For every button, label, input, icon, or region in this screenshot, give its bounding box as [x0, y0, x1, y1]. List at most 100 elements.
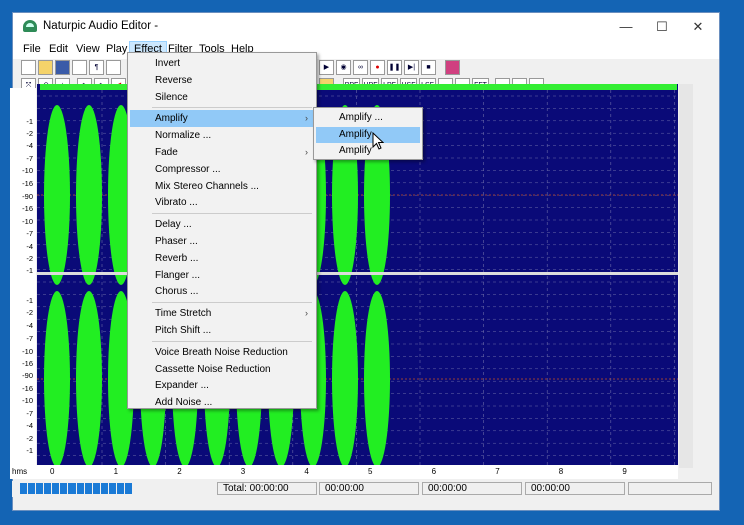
maximize-button[interactable]: ☐	[647, 17, 677, 37]
timeline-tick: 8	[558, 467, 564, 476]
effect-menu-item[interactable]: Add Noise ...	[130, 394, 314, 411]
close-button[interactable]: ✕	[683, 17, 713, 37]
copy-icon[interactable]	[106, 60, 121, 75]
ruler-label: -16	[22, 384, 33, 393]
properties-icon[interactable]	[72, 60, 87, 75]
timeline-tick: 0	[50, 467, 55, 476]
effect-menu-item[interactable]: Expander ...	[130, 377, 314, 394]
timeline-tick: 5	[368, 467, 373, 476]
vertical-scrollbar[interactable]	[679, 84, 693, 468]
timeline-tick: 7	[495, 467, 500, 476]
window-title: Naturpic Audio Editor -	[43, 20, 159, 32]
waveform-lobe	[364, 291, 390, 465]
ruler-label: -10	[22, 166, 33, 175]
amplify-submenu-item[interactable]: Amplify	[316, 126, 420, 143]
waveform-lobe	[44, 105, 70, 285]
status-field-4	[628, 482, 712, 495]
save-icon[interactable]	[55, 60, 70, 75]
amplify-submenu: Amplify ... Amplify Amplify	[313, 107, 423, 160]
ruler-label: -2	[26, 308, 33, 317]
ruler-label: -10	[22, 217, 33, 226]
ruler-label: -1	[26, 266, 33, 275]
effect-menu-item[interactable]: Mix Stereo Channels ...	[130, 178, 314, 195]
ruler-label: -16	[22, 204, 33, 213]
menu-separator	[152, 302, 312, 304]
ruler-label: -16	[22, 359, 33, 368]
book-icon[interactable]	[445, 60, 460, 75]
effect-menu-item[interactable]: Flanger ...	[130, 267, 314, 284]
open-folder-icon[interactable]	[38, 60, 53, 75]
effect-menu-item[interactable]: Voice Breath Noise Reduction	[130, 344, 314, 361]
effect-menu-item[interactable]: Time Stretch ›	[130, 305, 314, 322]
loop-icon[interactable]: ∞	[353, 60, 368, 75]
ruler-label: -1	[26, 446, 33, 455]
progress-bar	[20, 483, 133, 494]
menu-edit[interactable]: Edit	[45, 41, 72, 58]
main-toolbar: ¶ ▶ ◉ ∞ ● ❚❚ ▶| ■	[13, 59, 719, 77]
menu-separator	[152, 340, 312, 342]
paragraph-icon[interactable]: ¶	[89, 60, 104, 75]
ruler-label: -2	[26, 434, 33, 443]
status-total: Total: 00:00:00	[217, 482, 317, 495]
status-field-2: 00:00:00	[422, 482, 522, 495]
timeline-ruler: hms 0 1 2 3 4 5 6 7 8 9	[10, 465, 678, 479]
status-bar: Total: 00:00:00 00:00:00 00:00:00 00:00:…	[12, 481, 718, 497]
ruler-label: -90	[22, 192, 33, 201]
step-icon[interactable]: ▶|	[404, 60, 419, 75]
amplify-submenu-item[interactable]: Amplify ...	[316, 110, 420, 126]
effect-dropdown-menu: Invert Reverse Silence Amplify › Normalize ..…	[127, 52, 317, 409]
ruler-label: -2	[26, 254, 33, 263]
status-field-3: 00:00:00	[525, 482, 625, 495]
ruler-label: -1	[26, 117, 33, 126]
effect-menu-item[interactable]: Vibrato ...	[130, 194, 314, 211]
mouse-cursor-icon	[372, 132, 384, 150]
waveform-lobe	[332, 291, 358, 465]
pause-icon[interactable]: ❚❚	[387, 60, 402, 75]
ruler-label: -7	[26, 229, 33, 238]
effect-menu-item[interactable]: Fade ›	[130, 144, 314, 161]
menu-file[interactable]: File	[19, 41, 45, 58]
menu-bar: File Edit View Play Effect Filter Tools …	[13, 41, 719, 59]
chevron-right-icon: ›	[305, 308, 308, 319]
app-logo-icon	[23, 20, 37, 32]
effect-menu-item[interactable]: Silence	[130, 89, 314, 106]
ruler-label: -4	[26, 321, 33, 330]
effect-menu-item[interactable]: Amplify ›	[130, 110, 314, 128]
play-icon[interactable]: ▶	[319, 60, 334, 75]
timeline-tick: 4	[304, 467, 309, 476]
minimize-button[interactable]: —	[611, 17, 641, 37]
effect-menu-item[interactable]: Phaser ...	[130, 233, 314, 250]
effect-menu-item[interactable]: Reverb ...	[130, 250, 314, 267]
effect-menu-item[interactable]: Delay ...	[130, 216, 314, 233]
new-file-icon[interactable]	[21, 60, 36, 75]
menu-view[interactable]: View	[72, 41, 104, 58]
waveform-lobe	[44, 291, 70, 465]
effect-menu-item[interactable]: Reverse	[130, 72, 314, 89]
effect-menu-item[interactable]: Invert	[130, 55, 314, 72]
ruler-label: -7	[26, 334, 33, 343]
ruler-label: -2	[26, 129, 33, 138]
menu-separator	[152, 107, 312, 109]
amplify-submenu-item[interactable]: Amplify	[316, 143, 420, 159]
timeline-tick: 9	[622, 467, 627, 476]
effect-menu-item[interactable]: Normalize ...	[130, 127, 314, 144]
ruler-label: -16	[22, 179, 33, 188]
effect-menu-item[interactable]: Compressor ...	[130, 161, 314, 178]
ruler-label: -4	[26, 141, 33, 150]
chevron-right-icon: ›	[305, 147, 308, 157]
waveform-lobe	[76, 291, 102, 465]
amplitude-ruler: -1 -2 -4 -7 -10 -16 -90 -16 -10 -7 -4 -2 -1 -1 -2 -4 -7 -…	[10, 88, 36, 468]
ruler-label: -10	[22, 396, 33, 405]
timeline-tick: 2	[177, 467, 182, 476]
effect-menu-item[interactable]: Chorus ...	[130, 283, 314, 300]
record-icon[interactable]: ●	[370, 60, 385, 75]
status-field-1: 00:00:00	[319, 482, 419, 495]
timeline-tick: 3	[240, 467, 246, 476]
title-bar: Naturpic Audio Editor - — ☐ ✕	[13, 13, 719, 41]
timeline-tick: 6	[431, 467, 437, 476]
effect-menu-item[interactable]: Pitch Shift ...	[130, 322, 314, 339]
timeline-unit: hms	[12, 467, 28, 476]
effect-menu-item[interactable]: Cassette Noise Reduction	[130, 361, 314, 378]
stop-icon[interactable]: ■	[421, 60, 436, 75]
play-selection-icon[interactable]: ◉	[336, 60, 351, 75]
